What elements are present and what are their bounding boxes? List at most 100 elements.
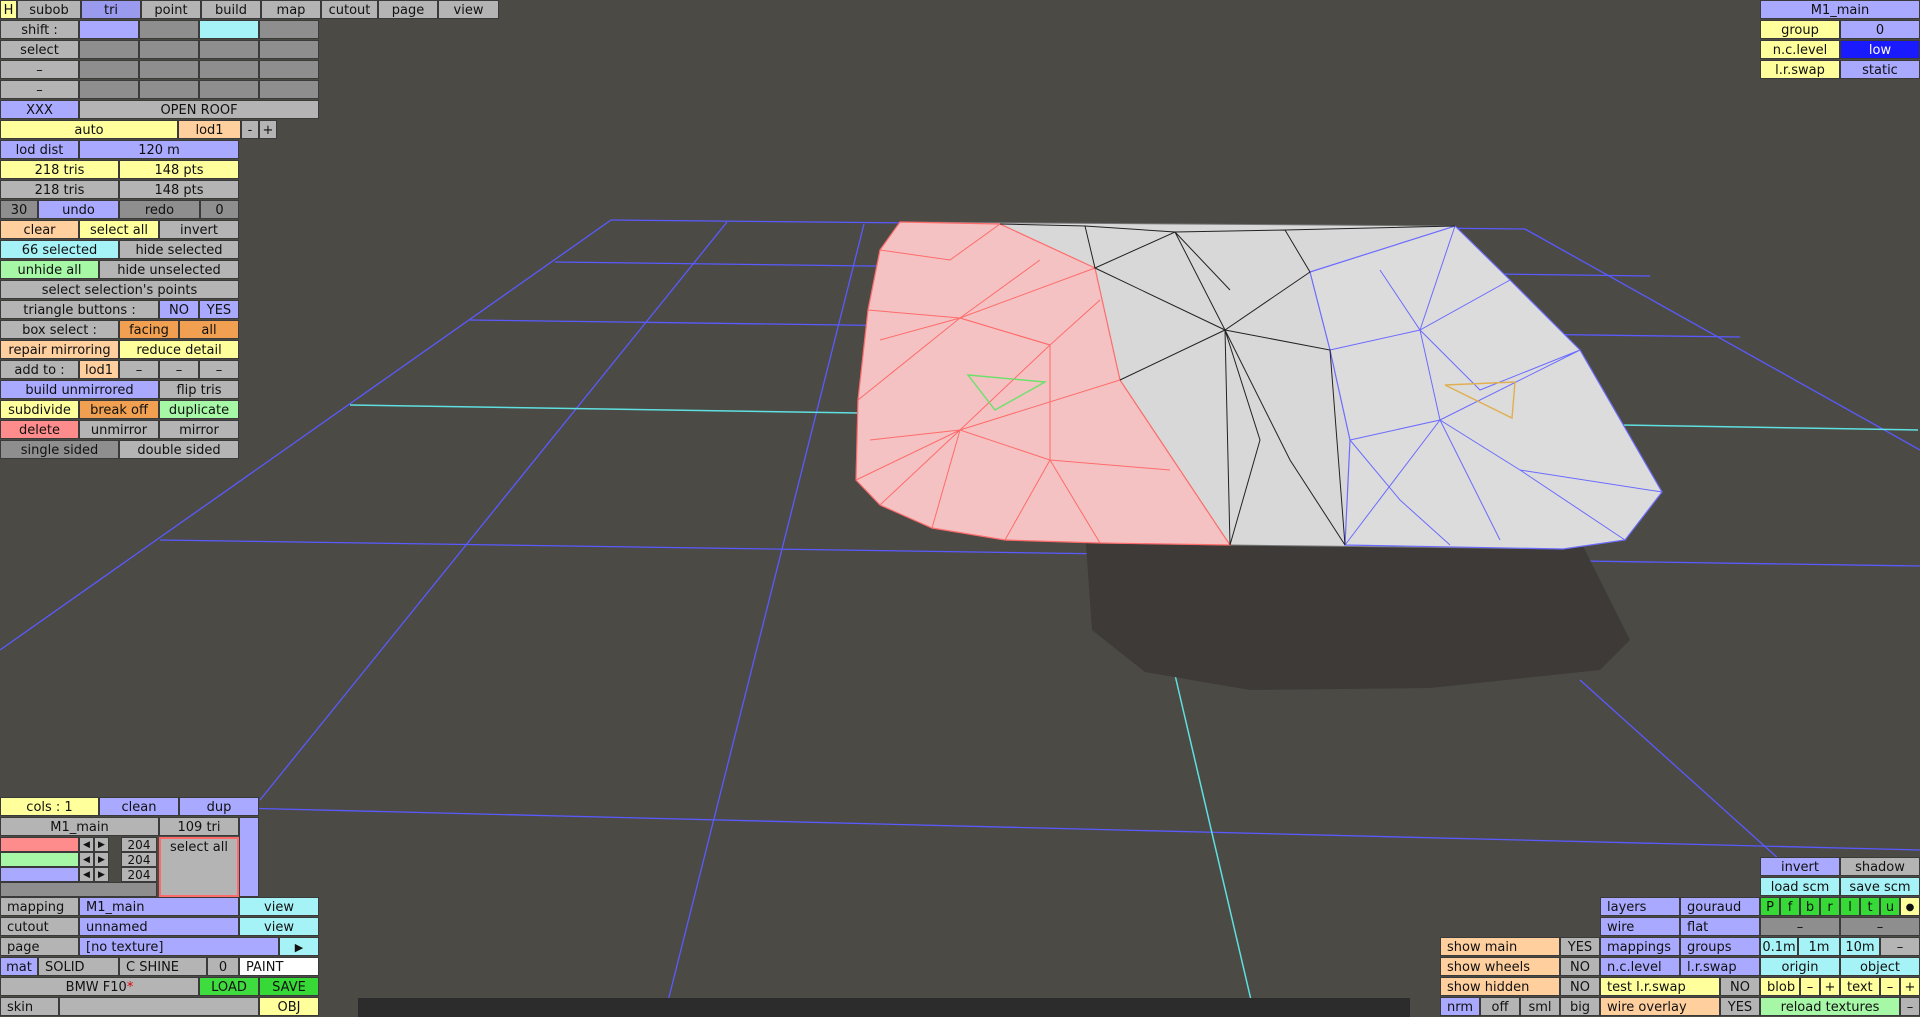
tab-map[interactable]: map <box>261 0 321 19</box>
auto-button[interactable]: auto <box>0 120 178 139</box>
unmirror-button[interactable]: unmirror <box>79 420 159 439</box>
gouraud-button[interactable]: gouraud <box>1680 897 1760 916</box>
box-select-all[interactable]: all <box>179 320 239 339</box>
flat-button[interactable]: flat <box>1680 917 1760 936</box>
view-p-toggle[interactable]: P <box>1760 897 1780 916</box>
view-t-toggle[interactable]: t <box>1860 897 1880 916</box>
save-button[interactable]: SAVE <box>259 977 319 996</box>
add-to-slot-1[interactable]: – <box>119 360 159 379</box>
shift-slot-1[interactable] <box>79 20 139 39</box>
material-scrollbar[interactable] <box>239 817 259 897</box>
lr-swap-button[interactable]: l.r.swap <box>1680 957 1760 976</box>
groups-button[interactable]: groups <box>1680 937 1760 956</box>
show-hidden-toggle[interactable]: NO <box>1560 977 1600 996</box>
grid-10m-button[interactable]: 10m <box>1840 937 1880 956</box>
dash-button-2[interactable]: – <box>1840 917 1920 936</box>
green-increase-icon[interactable]: ▶ <box>94 852 109 867</box>
dash-row-1-slot-1[interactable] <box>79 60 139 79</box>
layers-button[interactable]: layers <box>1600 897 1680 916</box>
dash-row-1-slot-2[interactable] <box>139 60 199 79</box>
grid-01m-button[interactable]: 0.1m <box>1760 937 1798 956</box>
group-value[interactable]: 0 <box>1840 20 1920 39</box>
mapping-value[interactable]: M1_main <box>79 897 239 916</box>
shift-slot-4[interactable] <box>259 20 319 39</box>
reduce-detail-button[interactable]: reduce detail <box>119 340 239 359</box>
c-shine-button[interactable]: C SHINE <box>119 957 207 976</box>
add-to-lod[interactable]: lod1 <box>79 360 119 379</box>
blue-channel-slider[interactable] <box>0 867 79 882</box>
blue-increase-icon[interactable]: ▶ <box>94 867 109 882</box>
select-slot-4[interactable] <box>259 40 319 59</box>
text-plus-button[interactable]: + <box>1900 977 1920 996</box>
select-selection-points-button[interactable]: select selection's points <box>0 280 239 299</box>
blob-plus-button[interactable]: + <box>1820 977 1840 996</box>
view-b-toggle[interactable]: b <box>1800 897 1820 916</box>
normal-nrm-button[interactable]: nrm <box>1440 997 1480 1016</box>
view-l-toggle[interactable]: l <box>1840 897 1860 916</box>
view-r-toggle[interactable]: r <box>1820 897 1840 916</box>
solid-button[interactable]: SOLID <box>38 957 119 976</box>
test-lr-swap-toggle[interactable]: NO <box>1720 977 1760 996</box>
delete-button[interactable]: delete <box>0 420 79 439</box>
shift-slot-3[interactable] <box>199 20 259 39</box>
clear-button[interactable]: clear <box>0 220 79 239</box>
cutout-value[interactable]: unnamed <box>79 917 239 936</box>
select-all-button[interactable]: select all <box>79 220 159 239</box>
select-slot-3[interactable] <box>199 40 259 59</box>
view-dot-icon[interactable]: ● <box>1900 897 1920 916</box>
normal-off-button[interactable]: off <box>1480 997 1520 1016</box>
lod-plus-button[interactable]: + <box>259 120 277 139</box>
green-channel-slider[interactable] <box>0 852 79 867</box>
invert-button[interactable]: invert <box>159 220 239 239</box>
select-slot-1[interactable] <box>79 40 139 59</box>
show-main-toggle[interactable]: YES <box>1560 937 1600 956</box>
lod-select[interactable]: lod1 <box>178 120 241 139</box>
single-sided-button[interactable]: single sided <box>0 440 119 459</box>
blue-decrease-icon[interactable]: ◀ <box>79 867 94 882</box>
page-next-icon[interactable]: ▶ <box>279 937 319 956</box>
load-button[interactable]: LOAD <box>199 977 259 996</box>
paint-button[interactable]: PAINT <box>239 957 319 976</box>
reload-minus-button[interactable]: – <box>1900 997 1920 1016</box>
red-channel-slider[interactable] <box>0 837 79 852</box>
tab-h[interactable]: H <box>0 0 17 19</box>
load-scm-button[interactable]: load scm <box>1760 877 1840 896</box>
dash-row-1-slot-4[interactable] <box>259 60 319 79</box>
mirror-button[interactable]: mirror <box>159 420 239 439</box>
xxx-button[interactable]: XXX <box>0 100 79 119</box>
object-button[interactable]: object <box>1840 957 1920 976</box>
lod-dist-value[interactable]: 120 m <box>79 140 239 159</box>
nc-level-button[interactable]: n.c.level <box>1600 957 1680 976</box>
lr-swap-value[interactable]: static <box>1840 60 1920 79</box>
grid-1m-button[interactable]: 1m <box>1798 937 1840 956</box>
normal-big-button[interactable]: big <box>1560 997 1600 1016</box>
red-increase-icon[interactable]: ▶ <box>94 837 109 852</box>
dash-button-1[interactable]: – <box>1760 917 1840 936</box>
double-sided-button[interactable]: double sided <box>119 440 239 459</box>
skin-value[interactable] <box>59 997 259 1016</box>
select-slot-2[interactable] <box>139 40 199 59</box>
add-to-slot-2[interactable]: – <box>159 360 199 379</box>
wire-overlay-toggle[interactable]: YES <box>1720 997 1760 1016</box>
cutout-view-button[interactable]: view <box>239 917 319 936</box>
tab-build[interactable]: build <box>201 0 261 19</box>
hide-selected-button[interactable]: hide selected <box>119 240 239 259</box>
hide-unselected-button[interactable]: hide unselected <box>99 260 239 279</box>
add-to-slot-3[interactable]: – <box>199 360 239 379</box>
triangle-buttons-no[interactable]: NO <box>159 300 199 319</box>
flip-tris-button[interactable]: flip tris <box>159 380 239 399</box>
red-decrease-icon[interactable]: ◀ <box>79 837 94 852</box>
view-u-toggle[interactable]: u <box>1880 897 1900 916</box>
clean-button[interactable]: clean <box>99 797 179 816</box>
tab-view[interactable]: view <box>438 0 499 19</box>
origin-button[interactable]: origin <box>1760 957 1840 976</box>
dash-row-1-slot-3[interactable] <box>199 60 259 79</box>
lod-minus-button[interactable]: - <box>241 120 259 139</box>
dash-row-2-slot-3[interactable] <box>199 80 259 99</box>
tab-subob[interactable]: subob <box>17 0 81 19</box>
text-minus-button[interactable]: – <box>1880 977 1900 996</box>
dup-button[interactable]: dup <box>179 797 259 816</box>
shine-value[interactable]: 0 <box>207 957 239 976</box>
obj-button[interactable]: OBJ <box>259 997 319 1016</box>
undo-button[interactable]: undo <box>38 200 119 219</box>
